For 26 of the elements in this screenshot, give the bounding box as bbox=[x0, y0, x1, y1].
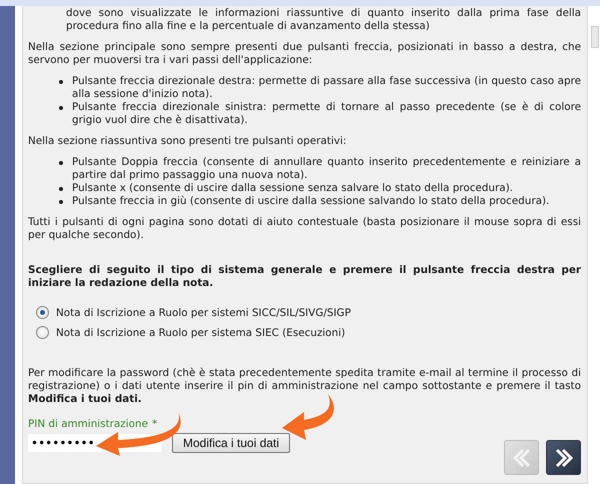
bullet-icon bbox=[59, 80, 63, 84]
paragraph: Nella sezione riassuntiva sono presenti tre pulsanti operativi: bbox=[28, 135, 348, 148]
instruction-text: Scegliere di seguito il tipo di sistema generale e premere il pulsante freccia destra per iniziare la redazione della nota. bbox=[28, 264, 581, 290]
radio-button[interactable] bbox=[36, 326, 49, 339]
list-item: Pulsante freccia direzionale sinistra: permette di tornare al passo precedente (se è di colore grigio vuol dire che è disattivata). bbox=[72, 101, 581, 127]
bullet-icon bbox=[59, 200, 63, 204]
paragraph: Tutti i pulsanti di ogni pagina sono dotati di aiuto contestuale (basta posizionare il mouse sopra di essi per qualche secondo). bbox=[28, 216, 581, 242]
double-left-arrow-icon bbox=[510, 446, 532, 468]
radio-label[interactable]: Nota di Iscrizione a Ruolo per sistema SIEC (Esecuzioni) bbox=[56, 326, 346, 338]
bullet-icon bbox=[59, 161, 63, 165]
paragraph: Nella sezione principale sono sempre presenti due pulsanti freccia, posizionati in basso a destra, che servono per muoversi tra i vari passi dell'applicazione: bbox=[28, 41, 581, 67]
scrollbar-thumb[interactable] bbox=[591, 26, 599, 48]
modify-button[interactable]: Modifica i tuoi dati bbox=[172, 433, 290, 453]
list-item: Pulsante freccia in giù (consente di uscire dalla sessione salvando lo stato della procedura). bbox=[72, 195, 550, 208]
bullet-icon bbox=[59, 187, 63, 191]
list-item: Pulsante Doppia freccia (consente di annullare quanto inserito precedentemente e reiniziare a partire dal primo passaggio una nuova nota). bbox=[72, 156, 581, 182]
paragraph: Per modificare la password (chè è stata precedentemente spedita tramite e-mail al termine il processo di registrazione) o i dati utente inserire il pin di amministrazione nel campo sottostante e premere il tasto Modifica i tuoi dati. bbox=[28, 367, 581, 406]
field-label: PIN di amministrazione bbox=[28, 418, 148, 431]
bullet-icon bbox=[59, 106, 63, 110]
radio-button[interactable] bbox=[36, 306, 49, 319]
list-item: Pulsante freccia direzionale destra: permette di passare alla fase successiva (in questo caso apre alla sessione d'inizio nota). bbox=[72, 75, 581, 101]
paragraph: dove sono visualizzate le informazioni riassuntive di quanto inserito dalla prima fase della procedura fino alla fine e la percentuale di avanzamento della stessa) bbox=[65, 7, 581, 33]
radio-label[interactable]: Nota di Iscrizione a Ruolo per sistemi SICC/SIL/SIVG/SIGP bbox=[56, 306, 351, 318]
list-item: Pulsante x (consente di uscire dalla sessione senza salvare lo stato della procedura). bbox=[72, 182, 513, 195]
forward-button[interactable] bbox=[546, 440, 581, 475]
required-mark: * bbox=[152, 418, 158, 431]
